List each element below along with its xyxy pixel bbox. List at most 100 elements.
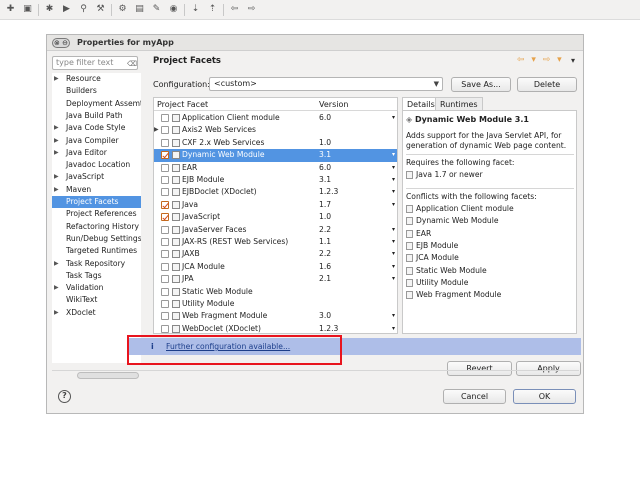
version-dropdown-icon[interactable]: ▾ <box>392 199 395 211</box>
tree-item[interactable]: ▶ Java Compiler <box>52 135 141 147</box>
expand-icon[interactable]: ▶ <box>54 258 59 270</box>
facet-row[interactable]: WebDoclet (XDoclet) 1.2.3 ▾ <box>154 323 397 335</box>
facet-row[interactable]: Utility Module <box>154 298 397 310</box>
version-dropdown-icon[interactable]: ▾ <box>392 149 395 161</box>
version-dropdown-icon[interactable]: ▾ <box>392 174 395 186</box>
expand-icon[interactable]: ▶ <box>54 122 59 134</box>
facet-row[interactable]: EJB Module 3.1 ▾ <box>154 174 397 186</box>
tree-item[interactable]: WikiText <box>52 294 141 306</box>
search-icon[interactable]: ⚲ <box>78 4 89 15</box>
version-dropdown-icon[interactable]: ▾ <box>392 112 395 124</box>
facet-checkbox[interactable] <box>161 312 169 321</box>
facet-row[interactable]: Web Fragment Module 3.0 ▾ <box>154 310 397 322</box>
version-dropdown-icon[interactable]: ▾ <box>392 323 395 335</box>
configuration-select[interactable]: <custom> ▼ <box>209 77 443 91</box>
run-icon[interactable]: ▶ <box>61 4 72 15</box>
apply-button[interactable]: Apply <box>516 361 581 376</box>
expand-icon[interactable]: ▶ <box>54 282 59 294</box>
open-type-icon[interactable]: ◉ <box>168 4 179 15</box>
tree-horizontal-scrollbar[interactable] <box>77 372 139 379</box>
facet-row[interactable]: JavaScript 1.0 <box>154 211 397 223</box>
facet-row[interactable]: Static Web Module <box>154 286 397 298</box>
tree-item[interactable]: Refactoring History <box>52 221 141 233</box>
refactor-icon[interactable]: ✎ <box>151 4 162 15</box>
facet-checkbox[interactable] <box>161 200 169 209</box>
facet-row[interactable]: Dynamic Web Module 3.1 ▾ <box>154 149 397 162</box>
tree-item[interactable]: Javadoc Location <box>52 159 141 171</box>
tree-item[interactable]: Project References <box>52 208 141 220</box>
facet-row[interactable]: JPA 2.1 ▾ <box>154 273 397 285</box>
version-dropdown-icon[interactable]: ▾ <box>392 236 395 248</box>
tree-item[interactable]: ▶ Validation <box>52 282 141 294</box>
save-icon[interactable]: ▣ <box>22 4 33 15</box>
facet-checkbox[interactable] <box>161 275 169 284</box>
view-menu-icon[interactable]: ▾ <box>571 56 575 65</box>
tree-item[interactable]: ▶ Resource <box>52 73 141 85</box>
facet-checkbox[interactable] <box>161 114 169 122</box>
back-icon[interactable]: ⇦ <box>229 4 240 15</box>
tree-item[interactable]: Project Facets <box>52 196 141 208</box>
facet-checkbox[interactable] <box>161 213 169 222</box>
tree-item[interactable]: ▶ Task Repository <box>52 258 141 270</box>
facet-row[interactable]: JavaServer Faces 2.2 ▾ <box>154 224 397 236</box>
facet-checkbox[interactable] <box>161 188 169 197</box>
tree-item[interactable]: ▶ JavaScript <box>52 171 141 183</box>
facet-row[interactable]: JAXB 2.2 ▾ <box>154 248 397 260</box>
expand-icon[interactable]: ▶ <box>54 171 59 183</box>
debug-icon[interactable]: ✱ <box>44 4 55 15</box>
tree-item[interactable]: Task Tags <box>52 270 141 282</box>
version-dropdown-icon[interactable]: ▾ <box>392 273 395 285</box>
delete-button[interactable]: Delete <box>517 77 577 92</box>
tree-item[interactable]: Run/Debug Settings <box>52 233 141 245</box>
facet-checkbox[interactable] <box>161 225 169 234</box>
column-header-version[interactable]: Version <box>319 98 348 111</box>
facet-checkbox[interactable] <box>161 300 169 308</box>
next-annotation-icon[interactable]: ⇣ <box>190 4 201 15</box>
cancel-button[interactable]: Cancel <box>443 389 506 404</box>
tree-item[interactable]: Java Build Path <box>52 110 141 122</box>
help-icon[interactable]: ? <box>58 390 71 403</box>
facet-checkbox[interactable] <box>161 151 169 160</box>
prev-annotation-icon[interactable]: ⇡ <box>207 4 218 15</box>
save-as-button[interactable]: Save As... <box>451 77 511 92</box>
facet-row[interactable]: CXF 2.x Web Services 1.0 <box>154 137 397 149</box>
tab-runtimes[interactable]: Runtimes <box>435 97 483 110</box>
build-icon[interactable]: ⚒ <box>95 4 106 15</box>
expand-icon[interactable]: ▶ <box>54 135 59 147</box>
tree-item[interactable]: Deployment Assemt <box>52 98 141 110</box>
facet-row[interactable]: Application Client module 6.0 ▾ <box>154 112 397 124</box>
tools-icon[interactable]: ⚙ <box>117 4 128 15</box>
version-dropdown-icon[interactable]: ▾ <box>392 261 395 273</box>
facet-checkbox[interactable] <box>161 176 169 184</box>
facet-checkbox[interactable] <box>161 324 169 333</box>
column-header-facet[interactable]: Project Facet <box>157 98 208 111</box>
facet-checkbox[interactable] <box>161 250 169 259</box>
tree-item[interactable]: ▶ Maven <box>52 184 141 196</box>
open-icon[interactable]: ▤ <box>134 4 145 15</box>
version-dropdown-icon[interactable]: ▾ <box>392 248 395 260</box>
facet-checkbox[interactable] <box>161 238 169 246</box>
facet-row[interactable]: ▶ Axis2 Web Services <box>154 124 397 136</box>
back-forward-icon[interactable]: ⇦ ▾ ⇨ ▾ <box>517 55 564 65</box>
tree-item[interactable]: ▶ Java Editor <box>52 147 141 159</box>
expand-icon[interactable]: ▶ <box>54 147 59 159</box>
expand-icon[interactable]: ▶ <box>54 307 59 319</box>
forward-icon[interactable]: ⇨ <box>246 4 257 15</box>
expand-icon[interactable]: ▶ <box>54 184 59 196</box>
version-dropdown-icon[interactable]: ▾ <box>392 224 395 236</box>
expand-icon[interactable]: ▶ <box>54 73 59 85</box>
facet-checkbox[interactable] <box>161 262 169 271</box>
clear-filter-icon[interactable]: ⌫ <box>127 58 137 70</box>
new-icon[interactable]: ✚ <box>5 4 16 15</box>
version-dropdown-icon[interactable]: ▾ <box>392 186 395 198</box>
facet-row[interactable]: JAX-RS (REST Web Services) 1.1 ▾ <box>154 236 397 248</box>
expand-icon[interactable]: ▶ <box>154 124 159 136</box>
tree-item[interactable]: ▶ Java Code Style <box>52 122 141 134</box>
revert-button[interactable]: Revert <box>447 361 512 376</box>
facet-row[interactable]: JCA Module 1.6 ▾ <box>154 261 397 273</box>
facet-checkbox[interactable] <box>161 138 169 147</box>
filter-input[interactable]: type filter text ⌫ <box>52 56 138 70</box>
tree-item[interactable]: Builders <box>52 85 141 97</box>
facet-checkbox[interactable] <box>161 126 169 135</box>
facet-row[interactable]: EAR 6.0 ▾ <box>154 162 397 174</box>
